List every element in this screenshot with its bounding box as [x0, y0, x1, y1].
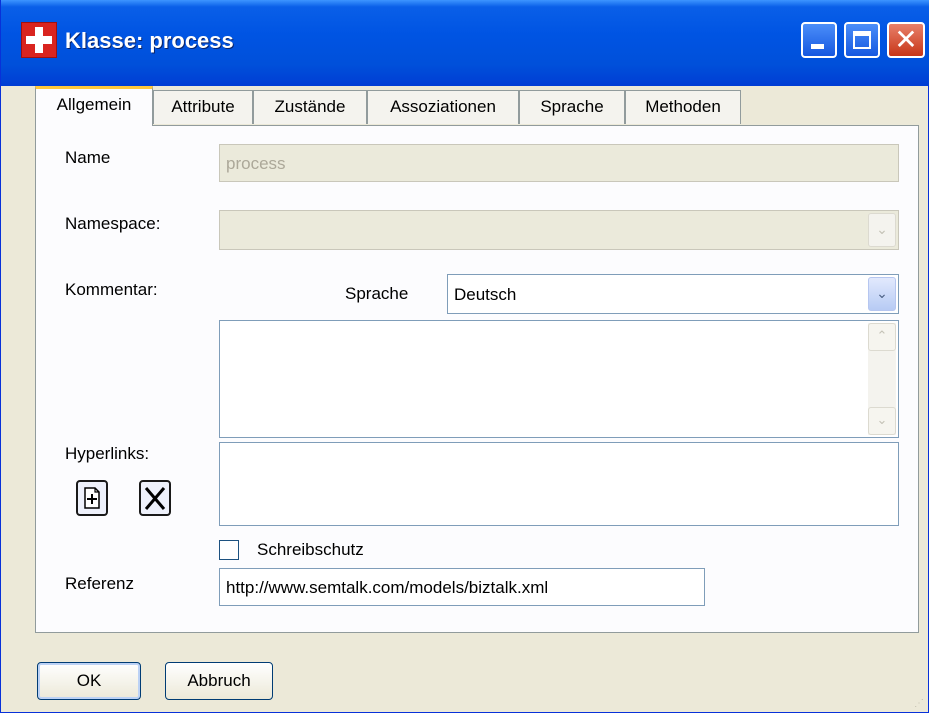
delete-x-icon [144, 487, 166, 510]
tab-allgemein[interactable]: Allgemein [35, 86, 153, 126]
window-title: Klasse: process [65, 28, 234, 53]
schreibschutz-checkbox[interactable] [219, 540, 239, 560]
comment-textarea[interactable]: ⌃ ⌄ [219, 320, 899, 438]
cancel-button[interactable]: Abbruch [165, 662, 273, 700]
sprache-dropdown-arrow-icon[interactable]: ⌄ [868, 277, 896, 311]
maximize-icon [853, 31, 871, 49]
close-icon: ✕ [894, 23, 918, 56]
scroll-up-icon[interactable]: ⌃ [868, 323, 896, 351]
delete-hyperlink-button[interactable] [139, 480, 171, 516]
name-value: process [226, 154, 286, 173]
sprache-value: Deutsch [454, 285, 517, 304]
comment-scrollbar[interactable]: ⌃ ⌄ [868, 323, 896, 435]
referenz-label: Referenz [65, 574, 134, 593]
minimize-button[interactable] [801, 22, 837, 58]
referenz-field[interactable]: http://www.semtalk.com/models/biztalk.xm… [219, 568, 705, 606]
name-field[interactable]: process [219, 144, 899, 182]
scroll-down-icon[interactable]: ⌄ [868, 407, 896, 435]
app-cross-icon [21, 22, 57, 58]
referenz-value: http://www.semtalk.com/models/biztalk.xm… [226, 578, 549, 597]
tab-attribute[interactable]: Attribute [153, 90, 253, 124]
hyperlinks-label: Hyperlinks: [65, 444, 150, 463]
name-label: Name [65, 148, 111, 167]
close-button[interactable]: ✕ [887, 22, 925, 58]
namespace-dropdown[interactable]: ⌄ [219, 210, 899, 250]
ok-button[interactable]: OK [37, 662, 141, 700]
tab-sprache[interactable]: Sprache [519, 90, 625, 124]
sprache-dropdown[interactable]: Deutsch ⌄ [447, 274, 899, 314]
hyperlinks-list[interactable] [219, 442, 899, 526]
add-document-icon [84, 487, 100, 509]
schreibschutz-label: Schreibschutz [257, 540, 364, 559]
tab-zustaende[interactable]: Zustände [253, 90, 367, 124]
tab-methoden[interactable]: Methoden [625, 90, 741, 124]
minimize-icon [811, 44, 824, 49]
namespace-label: Namespace: [65, 214, 161, 233]
title-bar[interactable]: Klasse: process ✕ [1, 0, 929, 86]
namespace-dropdown-arrow-icon[interactable]: ⌄ [868, 213, 896, 247]
kommentar-label: Kommentar: [65, 280, 158, 299]
add-hyperlink-button[interactable] [76, 480, 108, 516]
dialog-window: Klasse: process ✕ Attribute Zustände Ass… [0, 0, 929, 713]
resize-grip-icon[interactable]: ⋰ [914, 699, 924, 709]
maximize-button[interactable] [844, 22, 880, 58]
tab-assoziationen[interactable]: Assoziationen [367, 90, 519, 124]
sprache-label: Sprache [345, 284, 409, 303]
